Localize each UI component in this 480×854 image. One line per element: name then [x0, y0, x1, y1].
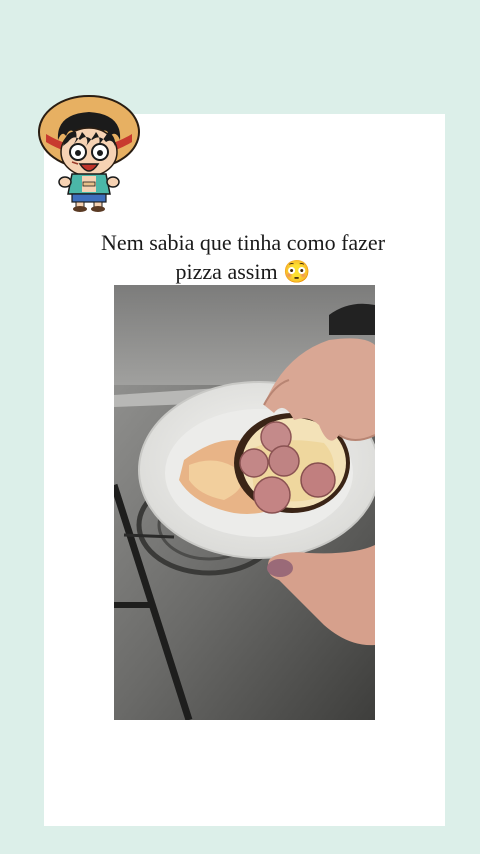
- post-caption: Nem sabia que tinha como fazer pizza ass…: [60, 228, 426, 286]
- pizza-plate-photo-icon[interactable]: [114, 285, 375, 720]
- straw-hat-sticker-icon: [36, 90, 142, 212]
- caption-line-1: Nem sabia que tinha como fazer: [100, 230, 386, 255]
- caption-line-2: pizza assim 😳: [175, 259, 311, 284]
